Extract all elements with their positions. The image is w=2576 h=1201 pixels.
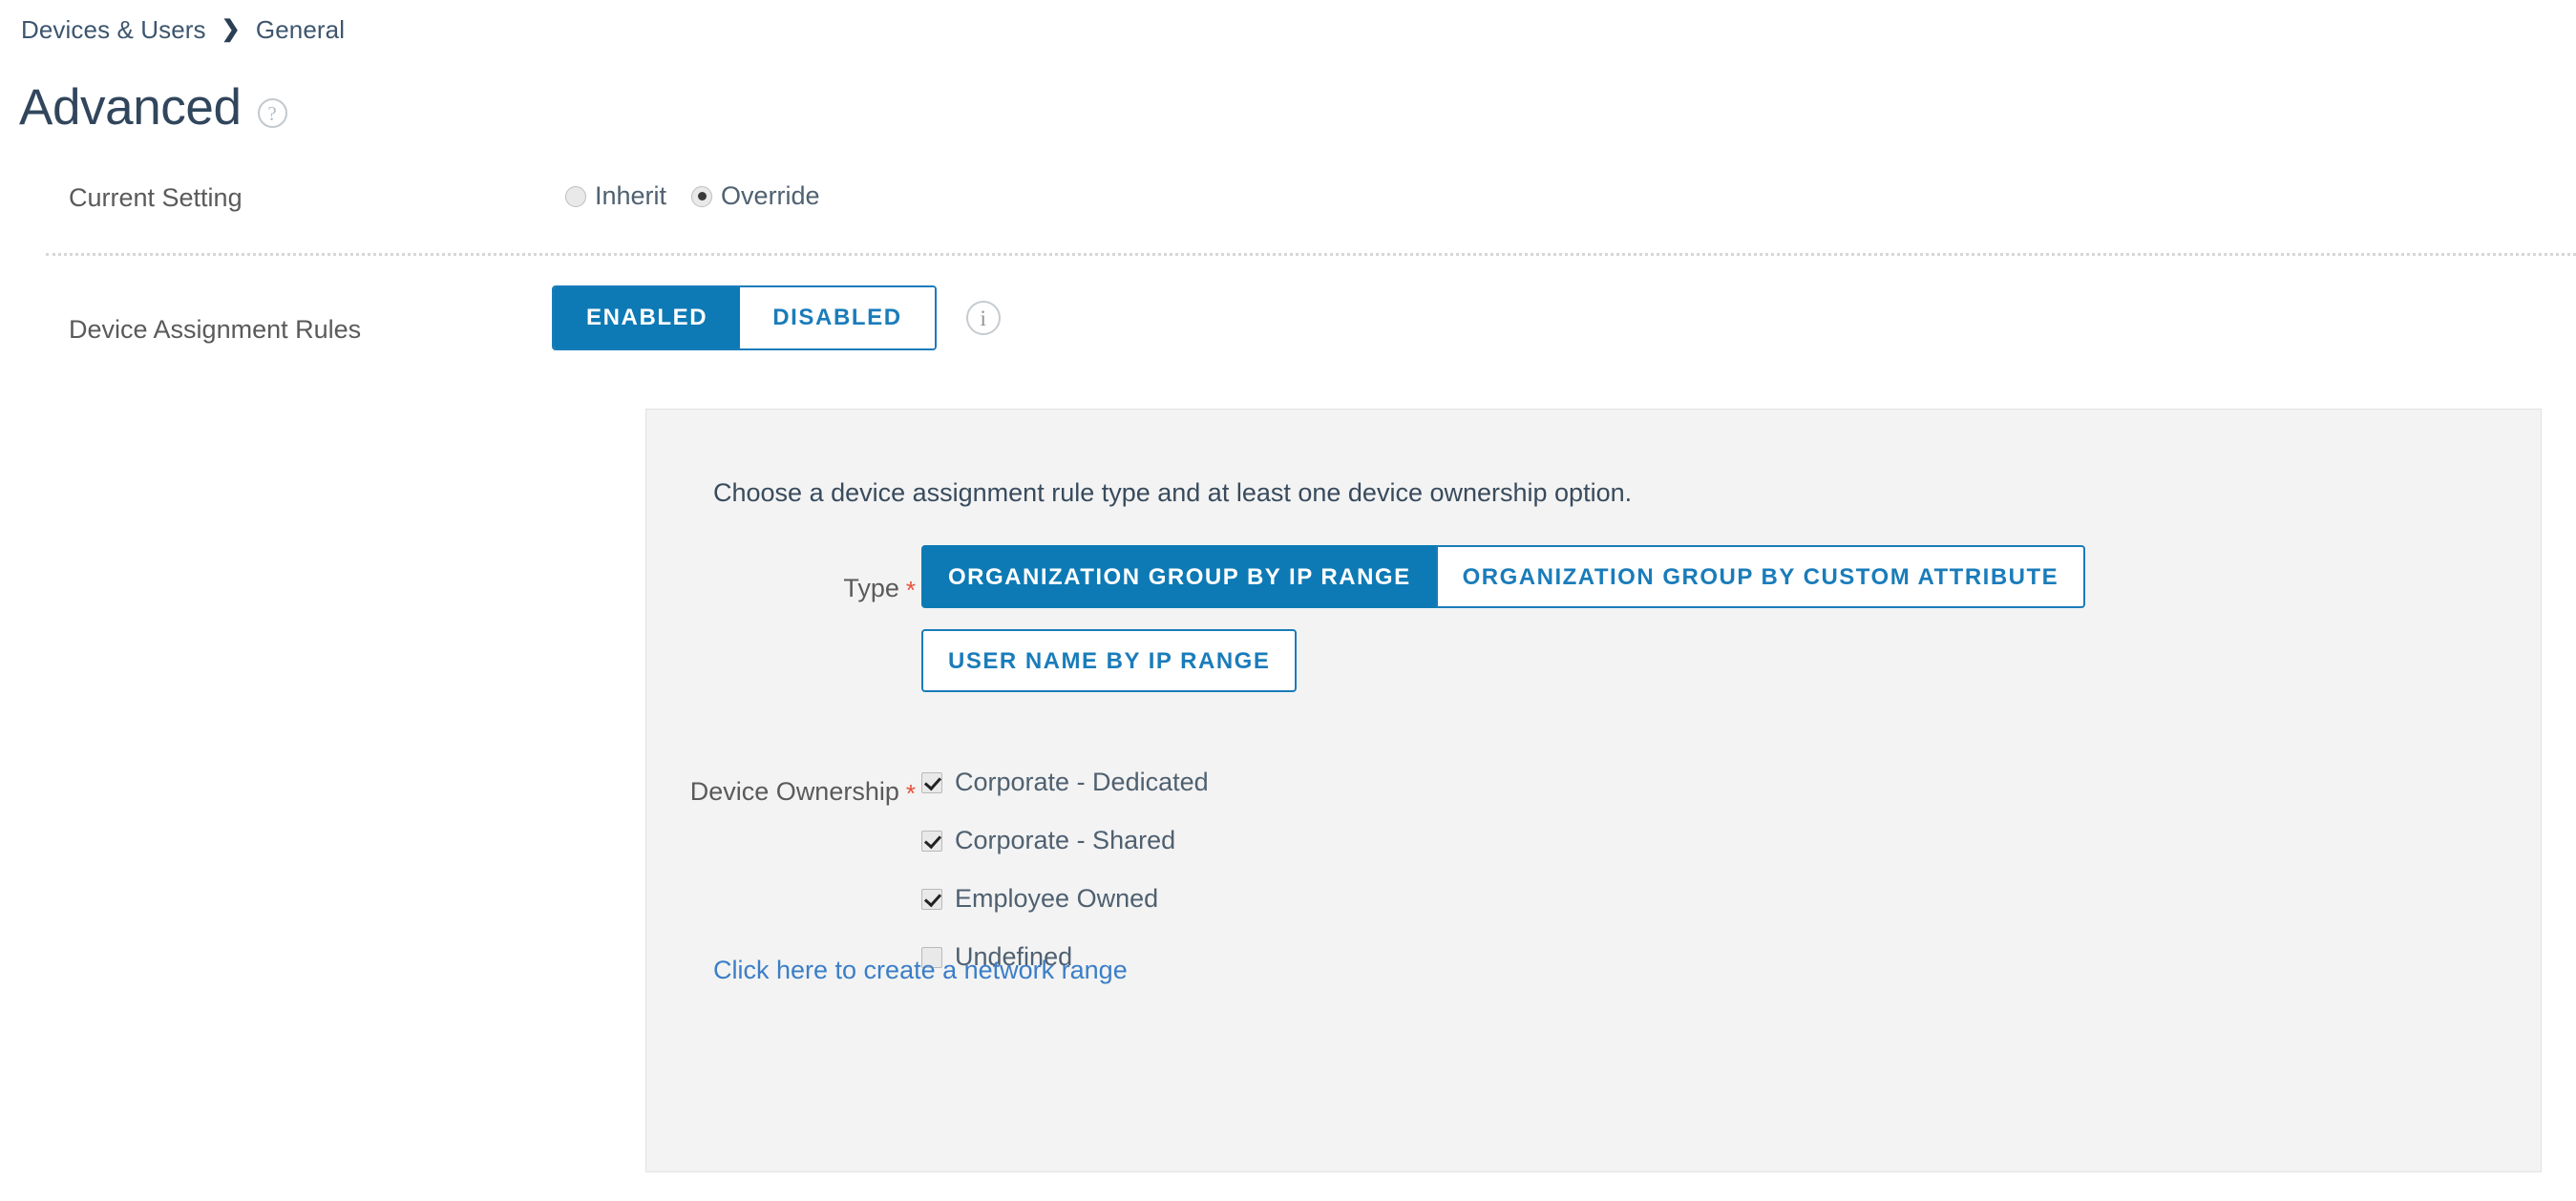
type-label-wrap: Type * xyxy=(843,574,916,605)
device-ownership-checkbox-list: Corporate - Dedicated Corporate - Shared… xyxy=(921,768,1209,972)
checkbox-employee-owned-indicator[interactable] xyxy=(921,888,942,910)
checkbox-corporate-shared[interactable]: Corporate - Shared xyxy=(921,826,1209,855)
radio-inherit-indicator[interactable] xyxy=(565,185,586,207)
checkbox-corporate-shared-indicator[interactable] xyxy=(921,830,942,852)
device-ownership-label-wrap: Device Ownership * xyxy=(690,777,916,809)
checkbox-employee-owned-label: Employee Owned xyxy=(955,884,1159,913)
radio-override-label: Override xyxy=(721,181,820,210)
type-button-group-row-2: USER NAME BY IP RANGE xyxy=(921,608,2344,692)
panel-intro-text: Choose a device assignment rule type and… xyxy=(713,478,1633,507)
device-assignment-rules-row: Device Assignment Rules xyxy=(0,315,2576,345)
type-option-org-group-by-ip-range[interactable]: ORGANIZATION GROUP BY IP RANGE xyxy=(921,545,1438,608)
type-option-user-name-by-ip-range[interactable]: USER NAME BY IP RANGE xyxy=(921,629,1298,692)
page-title: Advanced xyxy=(19,79,242,136)
device-assignment-rules-toggle-wrap: ENABLED DISABLED i xyxy=(552,285,1001,350)
checkbox-corporate-dedicated-label: Corporate - Dedicated xyxy=(955,768,1209,796)
page-title-row: Advanced ? xyxy=(19,82,287,133)
create-network-range-link[interactable]: Click here to create a network range xyxy=(713,956,1128,985)
current-setting-row: Current Setting xyxy=(0,183,2576,213)
checkbox-corporate-shared-label: Corporate - Shared xyxy=(955,826,1176,854)
breadcrumb-item-general[interactable]: General xyxy=(256,15,345,45)
toggle-enabled-button[interactable]: ENABLED xyxy=(554,287,741,348)
device-assignment-rules-label: Device Assignment Rules xyxy=(69,315,362,344)
enabled-disabled-toggle: ENABLED DISABLED xyxy=(552,285,937,350)
radio-override[interactable]: Override xyxy=(691,181,820,211)
help-circle-icon[interactable]: ? xyxy=(257,98,287,128)
current-setting-radio-group: Inherit Override xyxy=(565,181,820,211)
info-circle-icon[interactable]: i xyxy=(965,301,1001,335)
device-assignment-rules-panel: Choose a device assignment rule type and… xyxy=(645,409,2542,1172)
type-option-org-group-by-custom-attribute[interactable]: ORGANIZATION GROUP BY CUSTOM ATTRIBUTE xyxy=(1435,545,2086,608)
section-divider xyxy=(46,253,2576,256)
chevron-right-icon: ❯ xyxy=(221,15,241,42)
breadcrumb-item-devices-users[interactable]: Devices & Users xyxy=(21,15,206,45)
device-ownership-required-marker: * xyxy=(905,779,916,808)
breadcrumb: Devices & Users ❯ General xyxy=(21,15,345,45)
checkbox-corporate-dedicated[interactable]: Corporate - Dedicated xyxy=(921,768,1209,797)
checkbox-corporate-dedicated-indicator[interactable] xyxy=(921,771,942,793)
current-setting-label: Current Setting xyxy=(69,183,243,212)
radio-override-indicator[interactable] xyxy=(691,185,713,207)
radio-inherit[interactable]: Inherit xyxy=(565,181,666,211)
type-button-group: ORGANIZATION GROUP BY IP RANGE ORGANIZAT… xyxy=(921,545,2344,692)
type-label: Type xyxy=(843,574,899,602)
type-required-marker: * xyxy=(905,576,916,604)
radio-inherit-label: Inherit xyxy=(595,181,667,210)
checkbox-employee-owned[interactable]: Employee Owned xyxy=(921,884,1209,914)
device-ownership-label: Device Ownership xyxy=(689,777,899,806)
toggle-disabled-button[interactable]: DISABLED xyxy=(740,287,935,348)
